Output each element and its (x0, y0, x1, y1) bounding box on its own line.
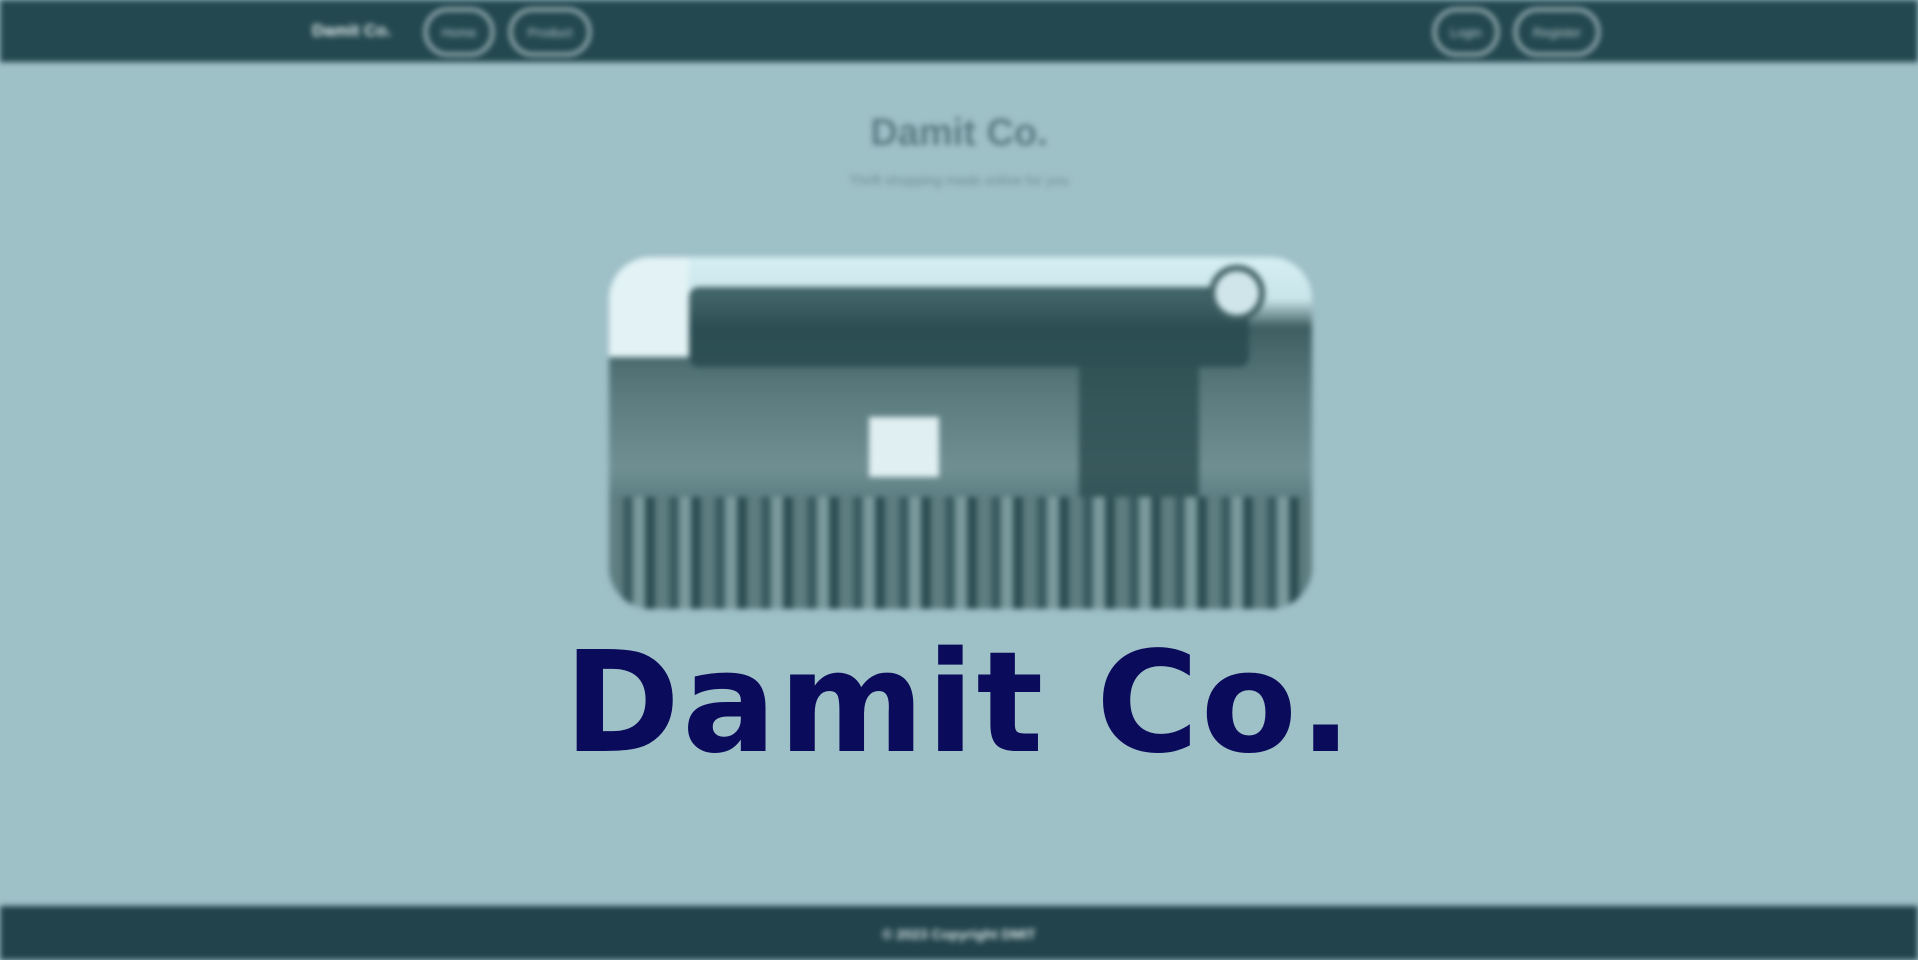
clothing-racks-bottom (609, 497, 1312, 609)
nav-home-button[interactable]: Home (424, 8, 494, 56)
login-button[interactable]: Login (1433, 8, 1499, 56)
nav-product-button[interactable]: Product (509, 8, 591, 56)
hero-title: Damit Co. (870, 112, 1048, 154)
copyright-text: © 2023 Copyright DMIT (882, 926, 1036, 942)
navbar: Damit Co. Home Product Login Register (0, 0, 1918, 62)
clothing-racks-top (689, 287, 1249, 367)
footer: © 2023 Copyright DMIT (0, 906, 1918, 960)
blurred-page: Damit Co. Home Product Login Register Da… (0, 0, 1918, 960)
store-sign (869, 417, 939, 477)
thrift-store-photo (609, 257, 1312, 609)
overlay-title: Damit Co. (563, 622, 1355, 785)
window-light (609, 257, 689, 357)
clock-icon (1209, 265, 1265, 321)
hero-subtitle: Thrift shopping made online for you (849, 172, 1069, 188)
navbar-brand[interactable]: Damit Co. (312, 21, 391, 41)
register-button[interactable]: Register (1514, 8, 1600, 56)
shelving-unit (1079, 367, 1199, 497)
